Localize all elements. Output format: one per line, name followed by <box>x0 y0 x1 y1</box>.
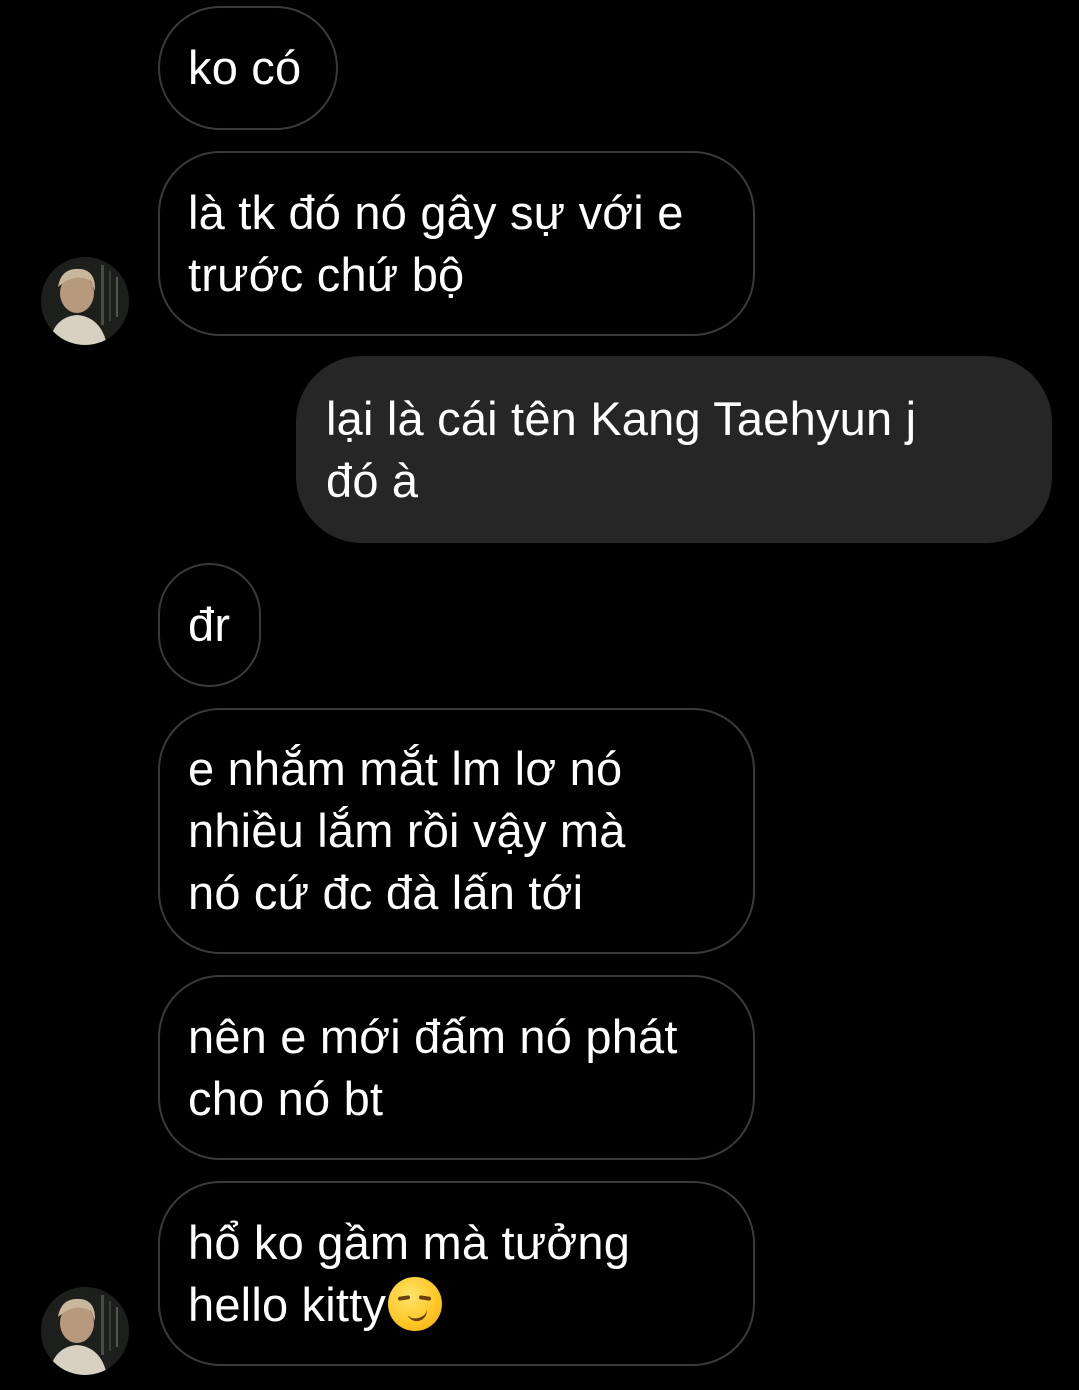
message-text: là tk đó nó gây sự với e trước chứ bộ <box>188 185 684 301</box>
message-text: đr <box>188 598 231 651</box>
contact-avatar[interactable] <box>41 1287 129 1375</box>
message-bubble-incoming[interactable]: nên e mới đấm nó phát cho nó bt <box>158 975 755 1160</box>
message-text: ko có <box>188 41 302 94</box>
message-bubble-outgoing[interactable]: lại là cái tên Kang Taehyun j đó à <box>296 356 1052 543</box>
smirking-face-emoji-icon <box>388 1276 443 1331</box>
message-bubble-incoming[interactable]: hổ ko gầm mà tưởng hello kitty <box>158 1181 755 1366</box>
message-bubble-incoming[interactable]: e nhắm mắt lm lơ nó nhiều lắm rồi vậy mà… <box>158 708 755 954</box>
message-text: lại là cái tên Kang Taehyun j đó à <box>326 391 917 507</box>
message-text: hổ ko gầm mà tưởng hello kitty <box>188 1212 630 1336</box>
message-bubble-incoming[interactable]: là tk đó nó gây sự với e trước chứ bộ <box>158 151 755 336</box>
message-text: nên e mới đấm nó phát cho nó bt <box>188 1009 678 1125</box>
contact-avatar[interactable] <box>41 257 129 345</box>
message-bubble-incoming[interactable]: ko có <box>158 6 338 130</box>
message-text: e nhắm mắt lm lơ nó nhiều lắm rồi vậy mà… <box>188 742 626 919</box>
message-bubble-incoming[interactable]: đr <box>158 563 261 687</box>
